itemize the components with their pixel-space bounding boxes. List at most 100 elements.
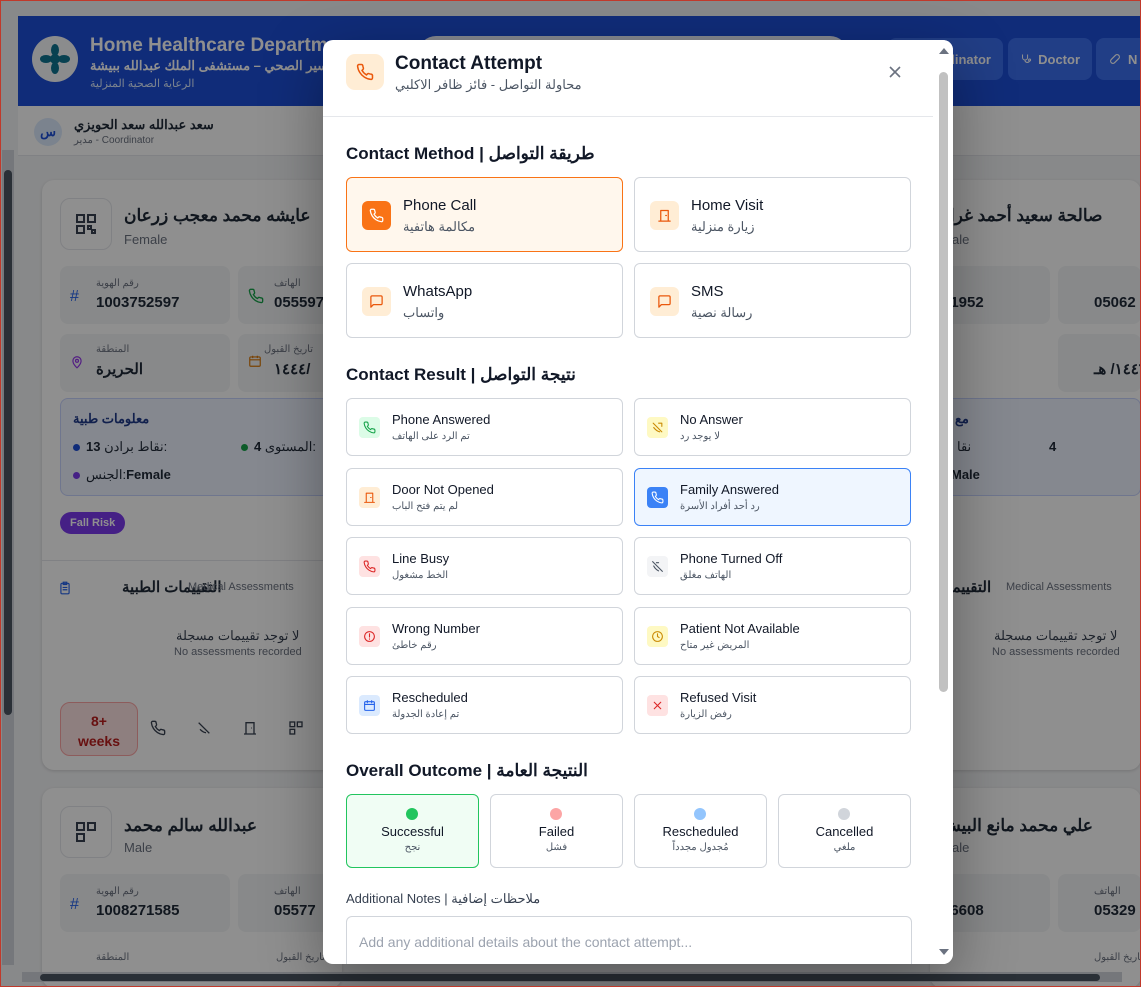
result-icon-box [359,625,380,647]
door-icon [244,722,256,735]
assessments-title: التقييما [948,579,992,596]
outcome-label-ar: فشل [545,842,568,853]
close-button[interactable] [884,61,906,83]
result-icon-box [647,486,668,508]
method-option-home-visit[interactable]: Home Visit زيارة منزلية [634,177,911,252]
result-label: Rescheduled [392,690,468,705]
result-option-phone-answered[interactable]: Phone Answered تم الرد على الهاتف [346,398,623,456]
patient-name: عايشه محمد معجب زرعان [124,206,311,225]
user-name: سعد عبدالله سعد الحويزي [74,117,214,132]
x-icon [653,701,662,710]
phone-icon [346,54,384,90]
outcome-option-failed[interactable]: Failed فشل [490,794,623,868]
home-visit-button[interactable] [230,708,270,748]
phone-label: الهاتف [274,886,301,897]
call-button[interactable] [138,708,178,748]
outcome-label: Rescheduled [662,824,739,839]
method-option-whatsapp[interactable]: WhatsApp واتساب [346,263,623,338]
result-option-wrong-number[interactable]: Wrong Number رقم خاطئ [346,606,623,665]
door-icon [658,209,671,222]
notes-placeholder: Add any additional details about the con… [359,934,693,950]
result-label-ar: رقم خاطئ [392,639,437,651]
result-option-patient-not-available[interactable]: Patient Not Available المريض غير متاح [634,606,911,665]
result-label: Phone Turned Off [680,551,783,566]
alert-circle-icon [364,630,375,642]
result-option-phone-turned-off[interactable]: Phone Turned Off الهاتف مغلق [634,537,911,595]
nav-doctor-button[interactable]: Doctor [1008,38,1092,80]
patient-name: صالحة سعيد أحمد غرابا [940,206,1103,225]
method-label: Phone Call [403,197,477,214]
result-option-rescheduled[interactable]: Rescheduled تم إعادة الجدولة [346,676,623,734]
method-option-phone-call[interactable]: Phone Call مكالمة هاتفية [346,177,623,252]
patient-card[interactable]: عبدالله سالم محمد Male # رقم الهوية 1008… [42,788,342,987]
method-label-ar: زيارة منزلية [691,219,755,234]
overall-outcome-title: Overall Outcome | النتيجة العامة [346,761,588,780]
scrollbar-thumb[interactable] [939,72,948,692]
scroll-down-arrow-icon[interactable] [938,947,950,957]
modal-scrollbar[interactable] [935,40,953,964]
admit-label: تاريخ القبول [276,952,326,963]
method-label: SMS [691,283,724,300]
clipboard-icon [60,581,70,595]
method-label-ar: مكالمة هاتفية [403,219,476,234]
result-option-line-busy[interactable]: Line Busy الخط مشغول [346,537,623,595]
medical-info-box: معلومات طبية 13 نقاط برادن: 4 المستوى: ا… [60,398,342,496]
level-value: 4 [1049,439,1057,454]
qr-button[interactable] [276,708,316,748]
phone-icon [248,288,264,304]
outcome-option-rescheduled[interactable]: Rescheduled مُجدول مجدداً [634,794,767,868]
notes-textarea[interactable]: Add any additional details about the con… [346,916,912,964]
level-value: 4 المستوى: [241,439,316,455]
result-label: Patient Not Available [680,620,800,636]
patient-card[interactable]: علي محمد مانع البيش ale 16608 الهاتف 053… [930,788,1141,987]
outcome-option-cancelled[interactable]: Cancelled ملغي [778,794,911,868]
modal-subtitle: محاولة التواصل - فائز ظافر الاكلبي [395,77,582,92]
method-option-sms[interactable]: SMS رسالة نصية [634,263,911,338]
result-label: Line Busy [392,551,450,566]
method-icon-box [362,287,391,316]
outcome-label-ar: مُجدول مجدداً [672,842,729,853]
result-option-refused-visit[interactable]: Refused Visit رفض الزيارة [634,676,911,734]
no-assessments-text: لا توجد تقييمات مسجلة [176,628,300,643]
result-icon-box [359,695,380,716]
admit-label: تاريخ القبول [1094,952,1141,963]
avatar: س [34,118,62,146]
patient-card[interactable]: عايشه محمد معجب زرعان Female # رقم الهوي… [42,180,342,770]
region-label: المنطقة [96,344,130,355]
nav-nurse-label: N [1128,51,1138,67]
hospital-logo [32,36,78,82]
id-value: 1008271585 [96,902,180,919]
modal-title: Contact Attempt [395,53,543,74]
result-option-no-answer[interactable]: No Answer لا يوجد رد [634,398,911,456]
method-icon-box [650,201,679,230]
result-label-ar: لا يوجد رد [680,431,720,442]
assessments-title-en: Medical Assessments [1006,581,1112,593]
result-label-ar: المريض غير متاح [680,639,750,651]
nav-nurse-button[interactable]: N [1096,38,1141,80]
contact-method-title: Contact Method | طريقة التواصل [346,144,595,163]
user-role: مدير - Coordinator [74,135,155,146]
region-field: المنطقة الحريرة [60,334,230,392]
scroll-up-arrow-icon[interactable] [938,46,950,56]
qr-code-icon [289,721,303,735]
missed-call-button[interactable] [184,708,224,748]
result-icon-box [647,417,668,438]
page-scrollbar[interactable] [2,150,14,965]
phone-label: الهاتف [274,278,301,289]
patient-gender: ale [952,840,970,855]
method-label: WhatsApp [403,283,473,300]
result-option-door-not-opened[interactable]: Door Not Opened لم يتم فتح الباب [346,467,623,526]
result-option-family-answered[interactable]: Family Answered رد أحد أفراد الأسرة [634,467,911,526]
result-label: Phone Answered [392,412,491,427]
qr-code-icon[interactable] [60,198,112,250]
qr-code-icon[interactable] [60,806,112,858]
admit-label: تاريخ القبول [264,344,314,355]
outcome-option-successful[interactable]: Successful نجح [346,794,479,868]
id-field: # رقم الهوية 1003752597 [60,266,230,324]
result-label-ar: الهاتف مغلق [680,570,732,581]
braden-score: 13 نقاط برادن: [73,439,167,455]
patient-card[interactable]: صالحة سعيد أحمد غرابا ale 81952 05062 ١٤… [930,180,1141,770]
result-label: Door Not Opened [392,481,494,497]
horizontal-scrollbar[interactable] [22,972,1122,982]
result-icon-box [359,556,380,577]
